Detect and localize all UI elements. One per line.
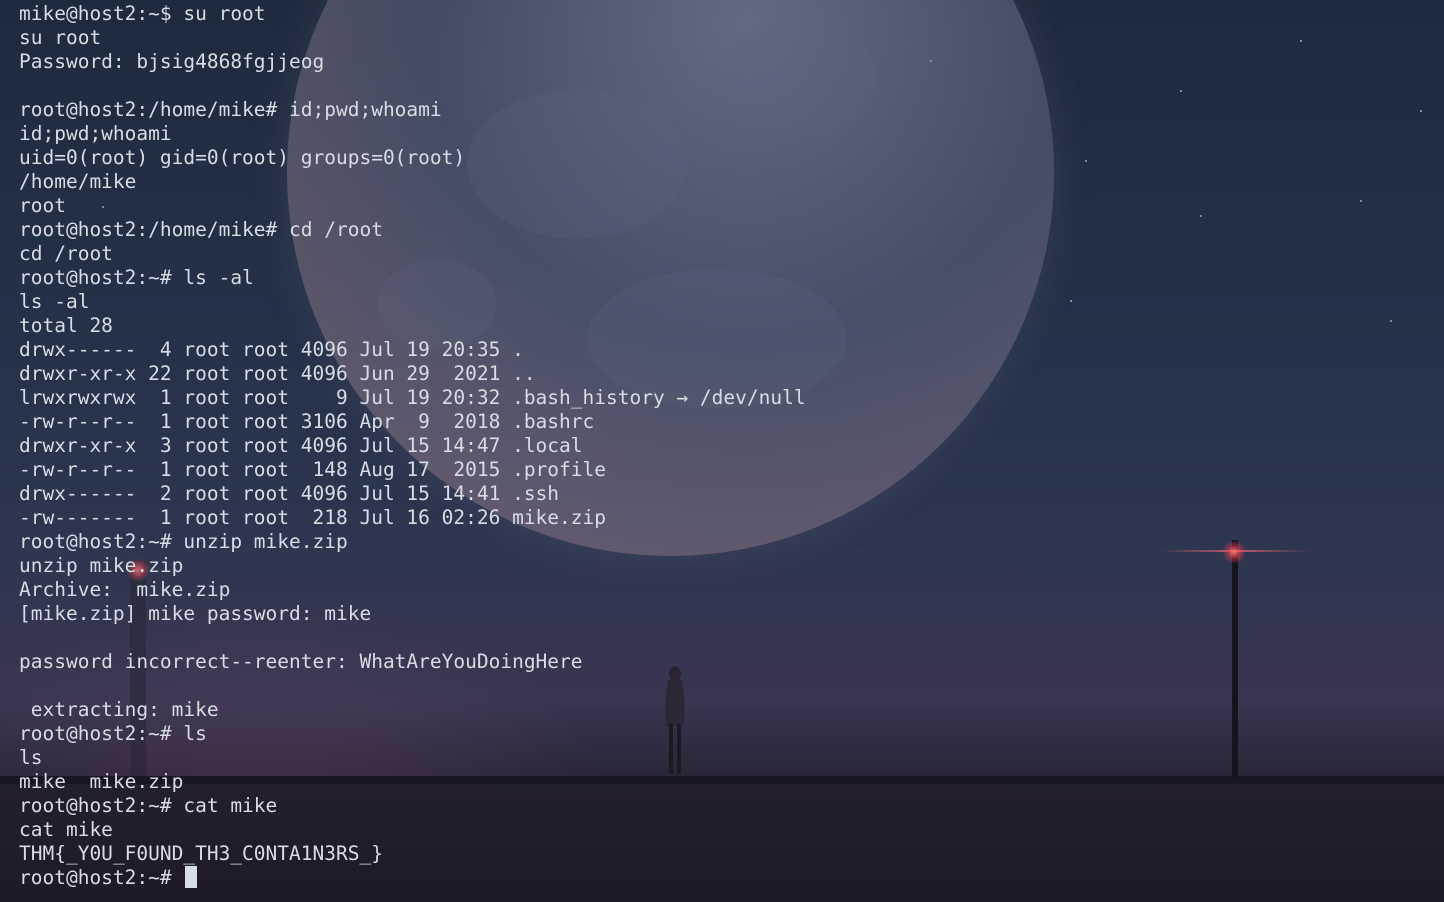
- terminal-line: ls -al: [19, 290, 90, 313]
- terminal-line: cd /root: [19, 242, 113, 265]
- terminal-line: root@host2:/home/mike# id;pwd;whoami: [19, 98, 442, 121]
- star: [1085, 160, 1087, 162]
- terminal-line: cat mike: [19, 818, 113, 841]
- terminal-line: ls: [19, 746, 43, 769]
- star: [1070, 300, 1072, 302]
- terminal-line: drwxr-xr-x 3 root root 4096 Jul 15 14:47…: [19, 434, 583, 457]
- terminal-output[interactable]: mike@host2:~$ su root su root Password: …: [19, 2, 806, 890]
- terminal-line: total 28: [19, 314, 113, 337]
- street-pole: [1232, 540, 1238, 780]
- terminal-line: Archive: mike.zip: [19, 578, 231, 601]
- terminal-line: [mike.zip] mike password: mike: [19, 602, 372, 625]
- terminal-line: root@host2:~# ls -al: [19, 266, 254, 289]
- terminal-line: id;pwd;whoami: [19, 122, 172, 145]
- terminal-prompt: root@host2:~#: [19, 866, 184, 889]
- terminal-line: mike mike.zip: [19, 770, 184, 793]
- terminal-line: root@host2:~# ls: [19, 722, 207, 745]
- terminal-line: -rw-r--r-- 1 root root 148 Aug 17 2015 .…: [19, 458, 606, 481]
- terminal-line: -rw------- 1 root root 218 Jul 16 02:26 …: [19, 506, 606, 529]
- terminal-line: extracting: mike: [19, 698, 219, 721]
- terminal-line: /home/mike: [19, 170, 137, 193]
- terminal-line: -rw-r--r-- 1 root root 3106 Apr 9 2018 .…: [19, 410, 595, 433]
- terminal-line: root: [19, 194, 66, 217]
- terminal-line: root@host2:/home/mike# cd /root: [19, 218, 383, 241]
- terminal-line: drwx------ 2 root root 4096 Jul 15 14:41…: [19, 482, 560, 505]
- terminal-line: root@host2:~# cat mike: [19, 794, 278, 817]
- terminal-line: password incorrect--reenter: WhatAreYouD…: [19, 650, 583, 673]
- terminal-line: mike@host2:~$ su root: [19, 2, 266, 25]
- terminal-line: uid=0(root) gid=0(root) groups=0(root): [19, 146, 466, 169]
- terminal-line: lrwxrwxrwx 1 root root 9 Jul 19 20:32 .b…: [19, 386, 806, 409]
- star: [1300, 40, 1302, 42]
- terminal-line: root@host2:~# unzip mike.zip: [19, 530, 348, 553]
- terminal-line: su root: [19, 26, 102, 49]
- star: [1420, 110, 1422, 112]
- pole-light: [1222, 540, 1246, 564]
- terminal-line: drwxr-xr-x 22 root root 4096 Jun 29 2021…: [19, 362, 536, 385]
- terminal-prompt-line[interactable]: root@host2:~#: [19, 866, 806, 890]
- terminal-line: unzip mike.zip: [19, 554, 184, 577]
- text-cursor: [185, 866, 198, 888]
- star: [1180, 90, 1182, 92]
- terminal-line: drwx------ 4 root root 4096 Jul 19 20:35…: [19, 338, 524, 361]
- terminal-line: Password: bjsig4868fgjjeog: [19, 50, 325, 73]
- star: [1200, 215, 1202, 217]
- star: [1360, 200, 1362, 202]
- star: [1390, 320, 1392, 322]
- terminal-line: THM{_Y0U_F0UND_TH3_C0NTA1N3RS_}: [19, 842, 383, 865]
